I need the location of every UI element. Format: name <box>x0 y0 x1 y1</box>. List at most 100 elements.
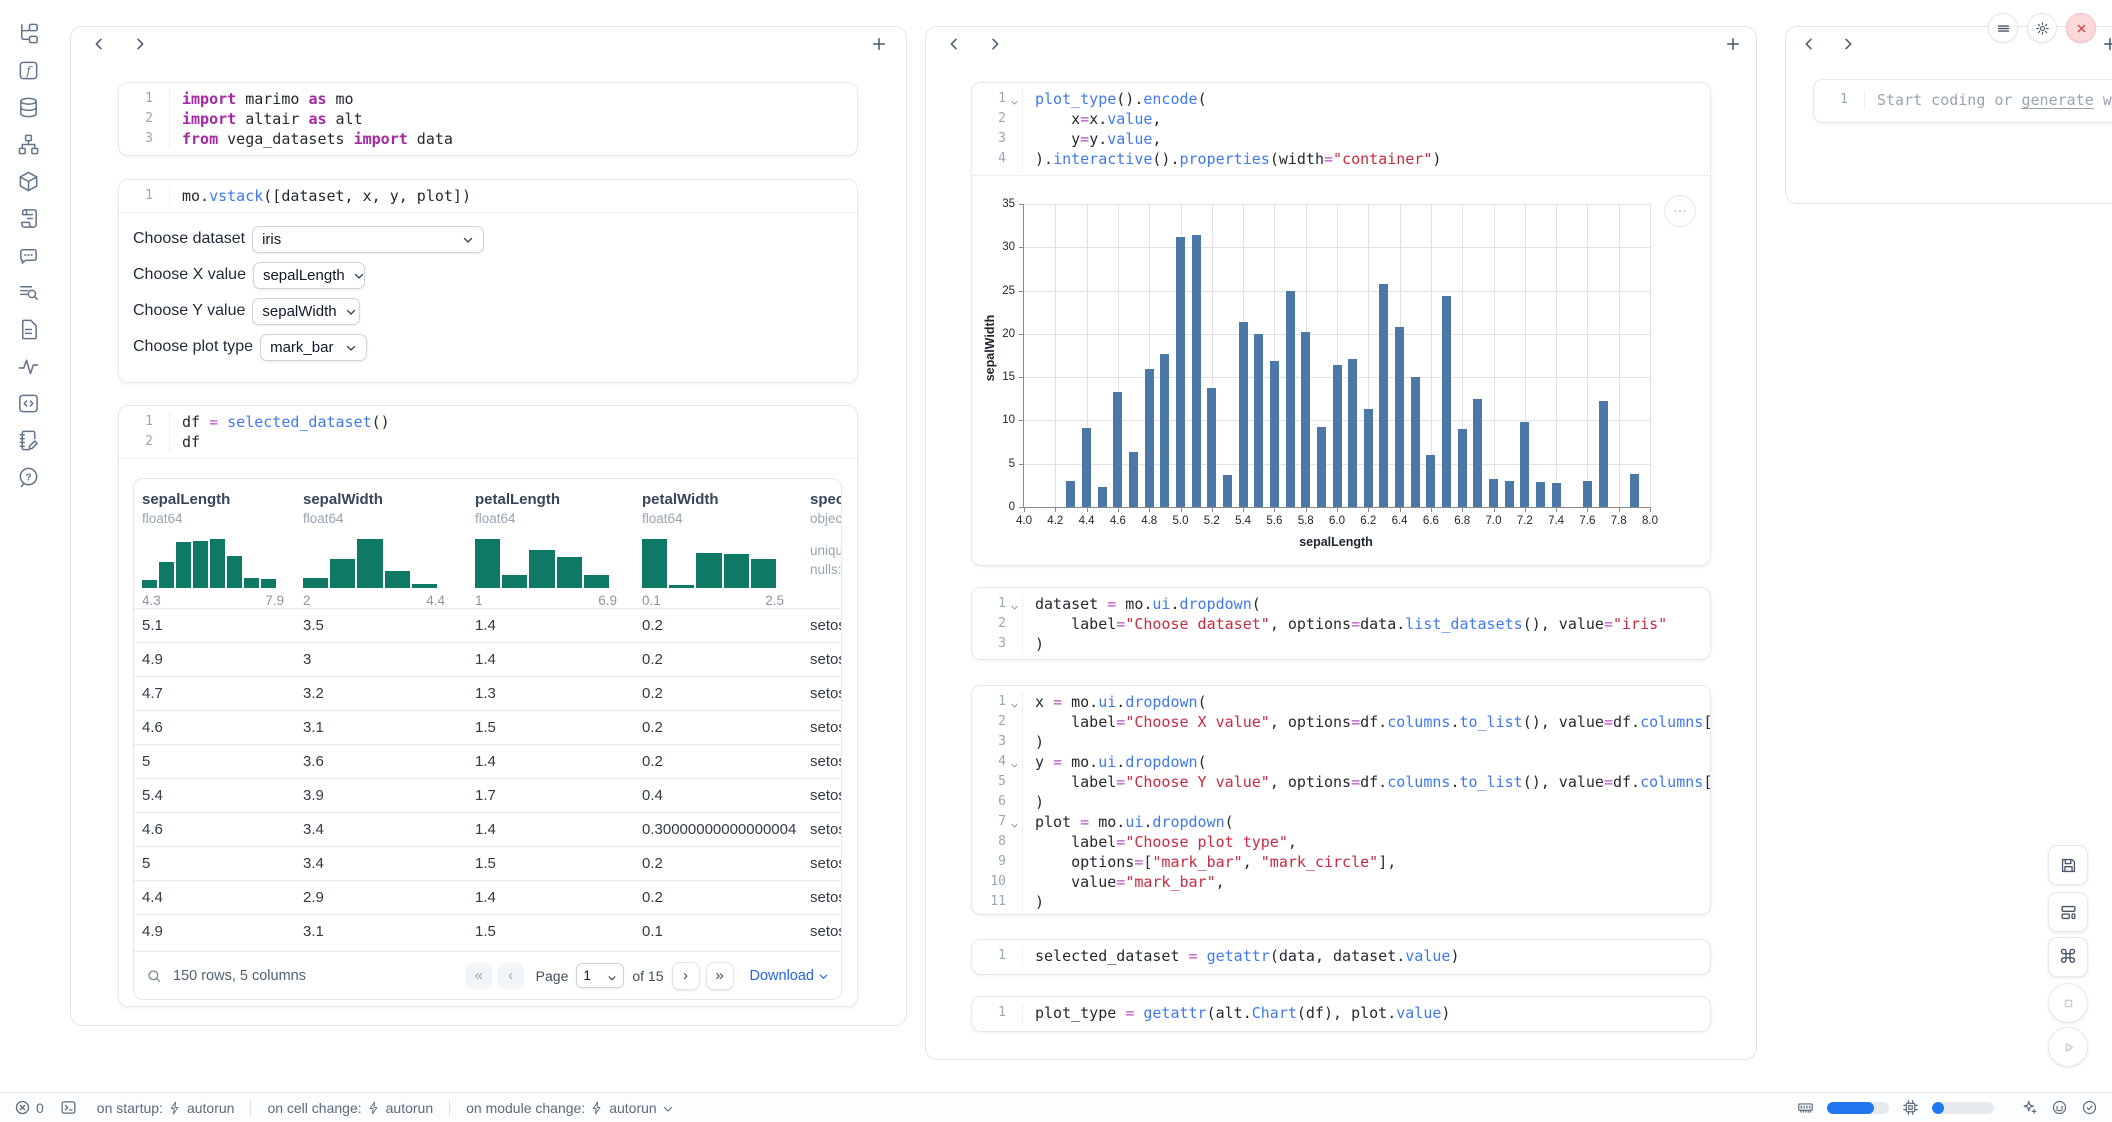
chart-bar <box>1458 429 1467 507</box>
generate-link[interactable]: generate <box>2022 91 2094 109</box>
code-editor[interactable]: 1mo.vstack([dataset, x, y, plot]) <box>119 180 857 212</box>
dataset-dropdown[interactable]: iris <box>252 226 484 253</box>
chevron-left-icon[interactable] <box>946 36 962 52</box>
code-editor[interactable]: 1plot_type().encode(2 x=x.value,3 y=y.va… <box>972 83 1710 175</box>
run-button[interactable] <box>2048 1027 2088 1067</box>
errors-indicator[interactable]: 0 <box>14 1099 44 1116</box>
next-page-button[interactable]: › <box>672 962 700 990</box>
ai-chat-icon[interactable] <box>17 244 40 267</box>
fold-chevron-icon[interactable] <box>1010 697 1019 706</box>
close-panel-button[interactable] <box>2066 13 2096 43</box>
table-row[interactable]: 4.63.11.50.2setosa <box>134 710 841 744</box>
on-startup-setting[interactable]: on startup: autorun <box>97 1100 235 1116</box>
column-header-sepalLength[interactable]: sepalLengthfloat644.37.9 <box>134 479 295 608</box>
chevron-right-icon[interactable] <box>132 36 148 52</box>
on-cell-change-setting[interactable]: on cell change: autorun <box>267 1100 433 1116</box>
chart-actions-menu[interactable] <box>1664 195 1696 227</box>
table-row[interactable]: 4.93.11.50.1setosa <box>134 914 841 948</box>
search-icon[interactable] <box>146 968 162 984</box>
cell-empty-editor[interactable]: 1 Start coding or generate with AI <box>1813 79 2112 123</box>
cell-imports[interactable]: 1import marimo as mo2import altair as al… <box>118 82 858 156</box>
save-button[interactable] <box>2048 845 2088 885</box>
chevron-left-icon[interactable] <box>1801 36 1817 52</box>
code-editor[interactable]: 1plot_type = getattr(alt.Chart(df), plot… <box>972 997 1710 1029</box>
snippets-icon[interactable] <box>17 392 40 415</box>
dependencies-icon[interactable] <box>17 133 40 156</box>
last-page-button[interactable]: » <box>706 962 734 990</box>
layout-toggle-button[interactable] <box>2048 892 2088 932</box>
add-cell-icon[interactable] <box>2101 35 2112 53</box>
y-dropdown[interactable]: sepalWidth <box>252 298 360 325</box>
stop-button[interactable] <box>2048 983 2088 1023</box>
cell-vstack[interactable]: 1mo.vstack([dataset, x, y, plot]) Choose… <box>118 179 858 383</box>
table-row[interactable]: 4.73.21.30.2setosa <box>134 676 841 710</box>
cell-dataframe[interactable]: 1df = selected_dataset()2df sepalLengthf… <box>118 405 858 1007</box>
table-row[interactable]: 4.42.91.40.2setosa <box>134 880 841 914</box>
sparkles-icon[interactable] <box>2021 1099 2038 1116</box>
code-line: 2 label="Choose X value", options=df.col… <box>972 712 1710 732</box>
code-editor[interactable]: 1x = mo.ui.dropdown(2 label="Choose X va… <box>972 686 1710 918</box>
code-line[interactable]: 1 Start coding or generate with AI <box>1814 90 2112 110</box>
fold-chevron-icon[interactable] <box>1010 94 1019 103</box>
code-editor[interactable]: 1df = selected_dataset()2df <box>119 406 857 458</box>
cell-dataset-dropdown[interactable]: 1dataset = mo.ui.dropdown(2 label="Choos… <box>971 587 1711 660</box>
terminal-icon[interactable] <box>60 1099 77 1116</box>
column-header-petalWidth[interactable]: petalWidthfloat640.12.5 <box>634 479 802 608</box>
page-select[interactable]: 1 <box>576 963 624 988</box>
table-row[interactable]: 4.63.41.40.30000000000000004setosa <box>134 812 841 846</box>
cell-selected-dataset[interactable]: 1selected_dataset = getattr(data, datase… <box>971 939 1711 975</box>
add-cell-icon[interactable] <box>1724 35 1742 53</box>
code-editor[interactable]: 1dataset = mo.ui.dropdown(2 label="Choos… <box>972 588 1710 660</box>
functions-icon[interactable]: f <box>17 59 40 82</box>
cell-chart[interactable]: 1plot_type().encode(2 x=x.value,3 y=y.va… <box>971 82 1711 566</box>
add-cell-icon[interactable] <box>870 35 888 53</box>
scratchpad-icon[interactable] <box>17 429 40 452</box>
help-icon[interactable]: ? <box>17 466 40 489</box>
table-row[interactable]: 4.931.40.2setosa <box>134 642 841 676</box>
plot-type-dropdown[interactable]: mark_bar <box>260 334 367 361</box>
column-header-petalLength[interactable]: petalLengthfloat6416.9 <box>467 479 634 608</box>
connection-status-icon[interactable] <box>2081 1099 2098 1116</box>
fold-chevron-icon[interactable] <box>1010 599 1019 608</box>
x-tick-mark <box>1368 507 1369 512</box>
fold-chevron-icon[interactable] <box>1010 817 1019 826</box>
code-line: 1selected_dataset = getattr(data, datase… <box>972 946 1710 966</box>
file-tree-icon[interactable] <box>17 22 40 45</box>
fold-chevron-icon[interactable] <box>1010 757 1019 766</box>
on-module-change-setting[interactable]: on module change: autorun <box>466 1100 674 1116</box>
logs-icon[interactable] <box>17 207 40 230</box>
database-icon[interactable] <box>17 96 40 119</box>
code-text: df = selected_dataset() <box>169 412 857 432</box>
x-dropdown[interactable]: sepalLength <box>253 262 365 289</box>
table-row[interactable]: 5.43.91.70.4setosa <box>134 778 841 812</box>
cell-plot-type[interactable]: 1plot_type = getattr(alt.Chart(df), plot… <box>971 996 1711 1032</box>
first-page-button[interactable]: « <box>466 963 492 989</box>
chevron-right-icon[interactable] <box>987 36 1003 52</box>
hamburger-menu-button[interactable] <box>1988 13 2018 43</box>
copilot-icon[interactable] <box>2051 1099 2068 1116</box>
altair-bar-chart[interactable]: 051015202530354.04.24.44.64.85.05.25.45.… <box>1023 204 1650 508</box>
cell-xy-plot-dropdowns[interactable]: 1x = mo.ui.dropdown(2 label="Choose X va… <box>971 685 1711 915</box>
chart-bar <box>1160 354 1169 507</box>
download-button[interactable]: Download <box>750 968 830 984</box>
table-row[interactable]: 5.13.51.40.2setosa <box>134 608 841 642</box>
code-line: 4).interactive().properties(width="conta… <box>972 149 1710 169</box>
code-editor[interactable]: 1import marimo as mo2import altair as al… <box>119 83 857 155</box>
line-number: 10 <box>972 872 1010 892</box>
chevron-right-icon[interactable] <box>1840 36 1856 52</box>
chart-bar <box>1333 365 1342 507</box>
table-row[interactable]: 53.61.40.2setosa <box>134 744 841 778</box>
command-palette-button[interactable]: ⌘ <box>2048 937 2088 977</box>
code-editor[interactable]: 1selected_dataset = getattr(data, datase… <box>972 940 1710 972</box>
histogram-bar <box>159 562 174 588</box>
table-row[interactable]: 53.41.50.2setosa <box>134 846 841 880</box>
packages-icon[interactable] <box>17 170 40 193</box>
chevron-left-icon[interactable] <box>91 36 107 52</box>
tracing-icon[interactable] <box>17 355 40 378</box>
column-header-sepalWidth[interactable]: sepalWidthfloat6424.4 <box>295 479 467 608</box>
column-header-species[interactable]: speciesobjectunique:nulls: <box>802 479 841 608</box>
documentation-icon[interactable] <box>17 318 40 341</box>
table-of-contents-icon[interactable] <box>17 281 40 304</box>
settings-gear-button[interactable] <box>2027 13 2057 43</box>
prev-page-button[interactable]: ‹ <box>498 963 524 989</box>
